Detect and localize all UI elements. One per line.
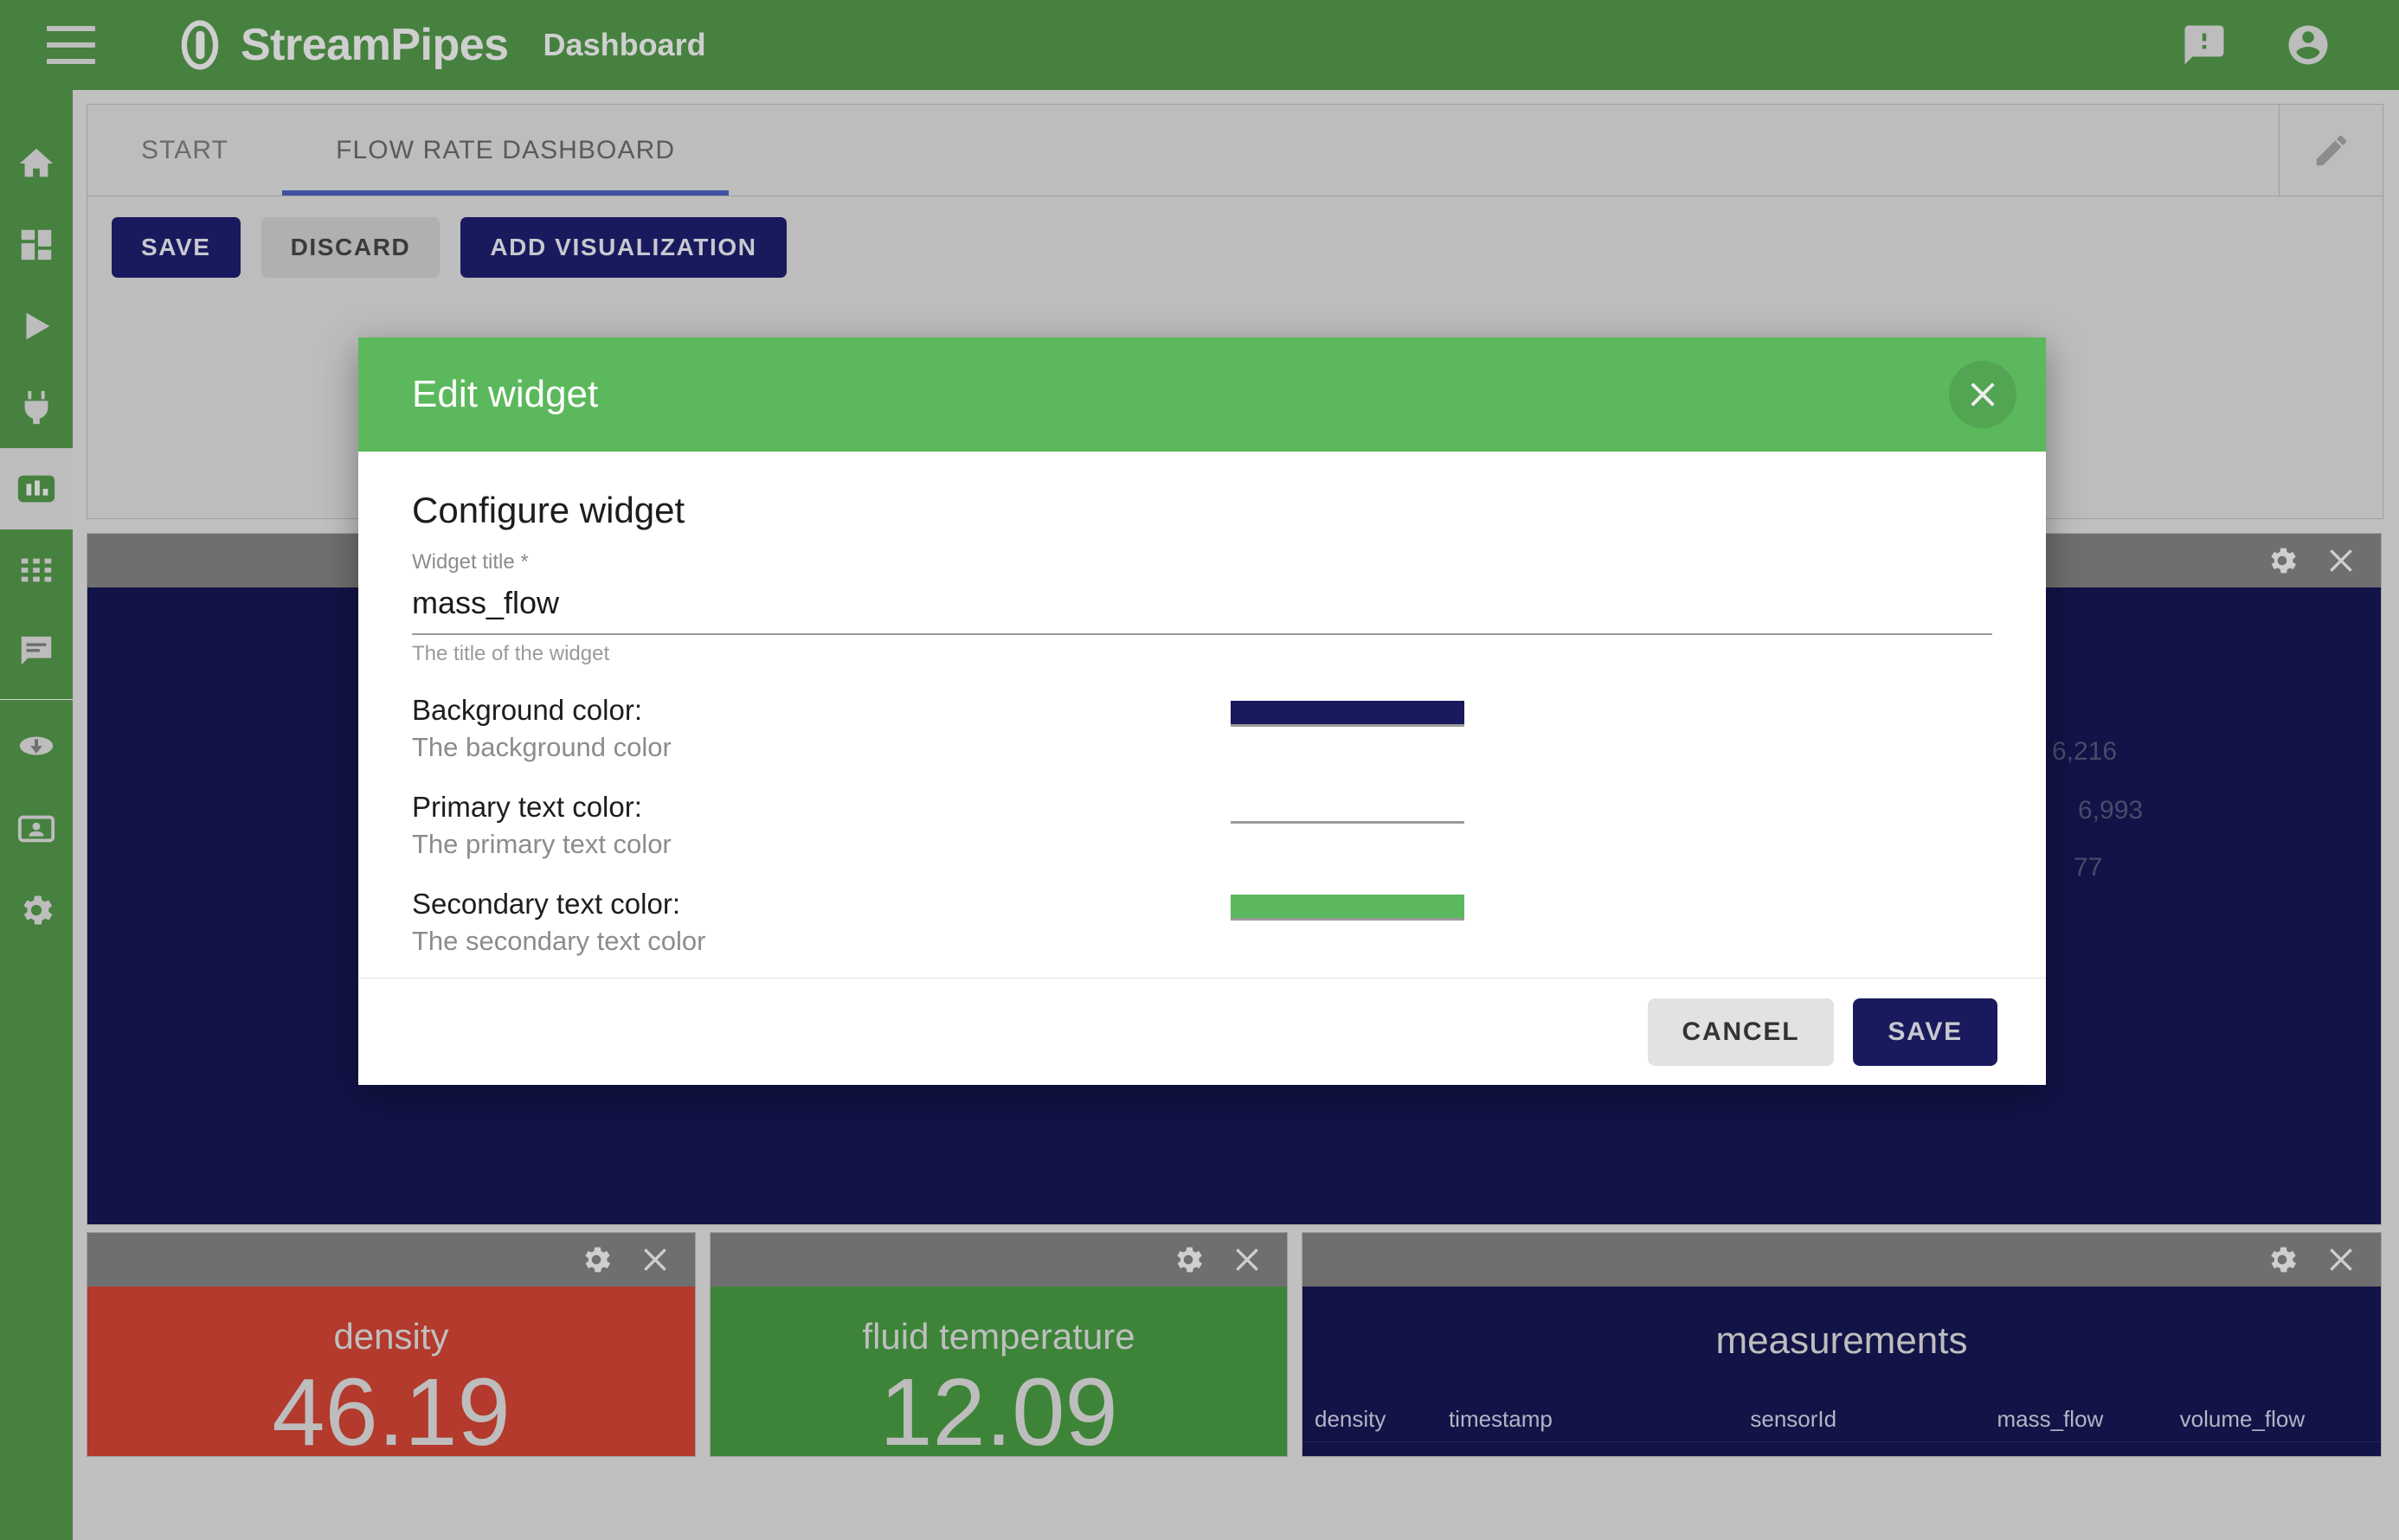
- primary-text-color-title: Primary text color:: [412, 791, 1191, 824]
- background-color-row: Background color: The background color: [412, 694, 1992, 763]
- configure-widget-heading: Configure widget: [412, 490, 1992, 531]
- secondary-text-color-picker[interactable]: [1231, 888, 1464, 921]
- dialog-title: Edit widget: [412, 373, 598, 416]
- primary-text-color-swatch: [1231, 798, 1464, 824]
- app-root: StreamPipes Dashboard: [0, 0, 2399, 1540]
- background-color-picker[interactable]: [1231, 694, 1464, 727]
- widget-title-label: Widget title *: [412, 550, 1992, 574]
- edit-widget-dialog: Edit widget Configure widget Widget titl…: [358, 337, 2046, 1085]
- close-icon: [1965, 376, 2001, 413]
- secondary-text-color-row: Secondary text color: The secondary text…: [412, 888, 1992, 957]
- background-color-swatch: [1231, 701, 1464, 727]
- secondary-text-color-labels: Secondary text color: The secondary text…: [412, 888, 1191, 957]
- secondary-text-color-swatch: [1231, 895, 1464, 921]
- primary-text-color-row: Primary text color: The primary text col…: [412, 791, 1992, 860]
- primary-text-color-picker[interactable]: [1231, 791, 1464, 824]
- dialog-save-button[interactable]: SAVE: [1853, 998, 1997, 1066]
- primary-text-color-description: The primary text color: [412, 829, 1191, 860]
- secondary-text-color-title: Secondary text color:: [412, 888, 1191, 921]
- dialog-header: Edit widget: [358, 337, 2046, 452]
- dialog-footer: CANCEL SAVE: [358, 978, 2046, 1085]
- dialog-body: Configure widget Widget title * The titl…: [358, 452, 2046, 978]
- background-color-description: The background color: [412, 732, 1191, 763]
- widget-title-field: Widget title * The title of the widget: [412, 550, 1992, 666]
- background-color-labels: Background color: The background color: [412, 694, 1191, 763]
- dialog-close-button[interactable]: [1949, 361, 2016, 428]
- cancel-button[interactable]: CANCEL: [1648, 998, 1835, 1066]
- background-color-title: Background color:: [412, 694, 1191, 727]
- widget-title-hint: The title of the widget: [412, 635, 1992, 666]
- primary-text-color-labels: Primary text color: The primary text col…: [412, 791, 1191, 860]
- modal-scrim: Edit widget Configure widget Widget titl…: [0, 0, 2399, 1540]
- secondary-text-color-description: The secondary text color: [412, 926, 1191, 957]
- widget-title-input[interactable]: [412, 574, 1992, 635]
